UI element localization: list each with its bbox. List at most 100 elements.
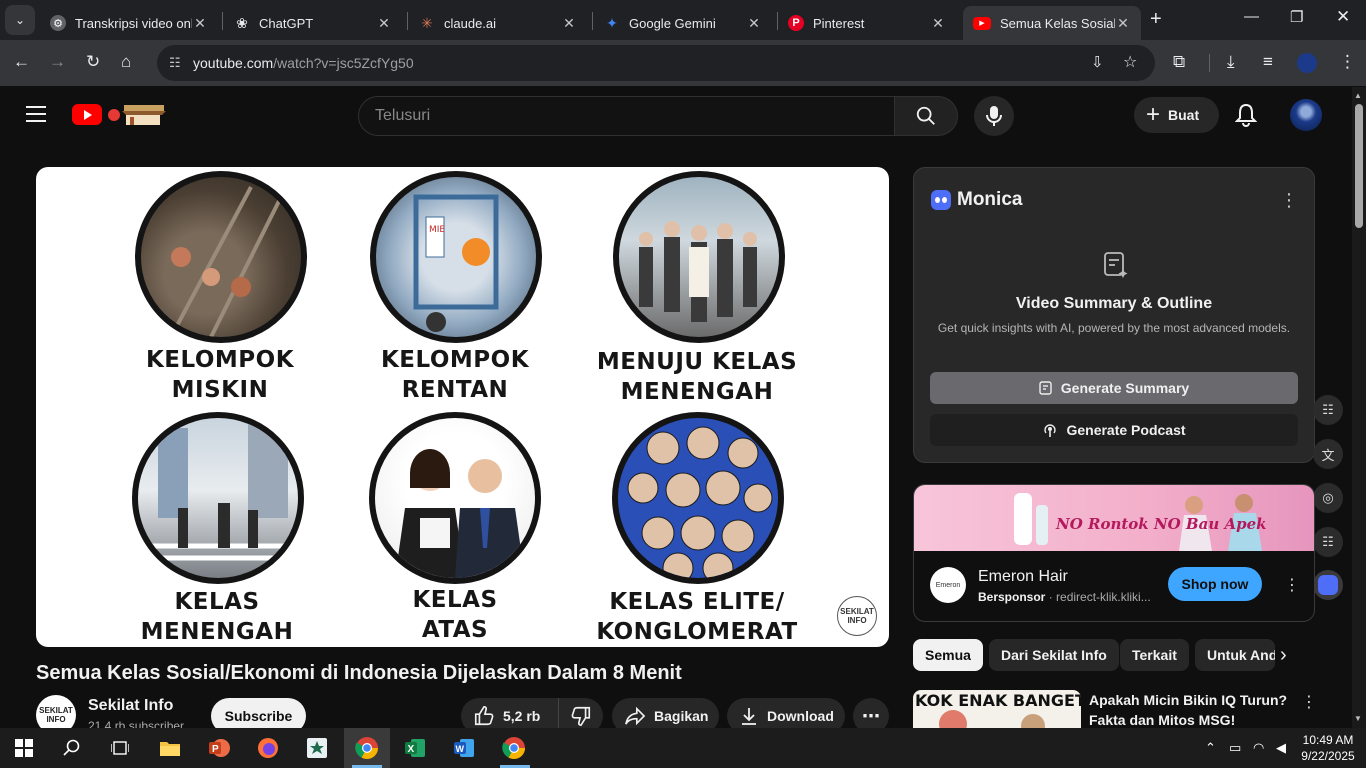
close-icon[interactable]: ✕ (376, 15, 392, 32)
tab-separator (222, 12, 223, 30)
voice-search-button[interactable] (974, 96, 1014, 136)
tray-chevron-up-icon[interactable]: ⌃ (1205, 740, 1216, 756)
scroll-up-arrow-icon[interactable]: ▲ (1354, 91, 1362, 100)
window-close-icon[interactable]: ✕ (1336, 7, 1350, 27)
tab-separator (592, 12, 593, 30)
book-icon[interactable]: ☷ (1313, 395, 1343, 425)
chip-related[interactable]: Terkait (1120, 639, 1189, 671)
browser-tab-youtube[interactable]: ▶ Semua Kelas Sosial/Ek ✕ (963, 6, 1141, 40)
reload-icon[interactable]: ↻ (86, 52, 100, 72)
account-avatar[interactable] (1290, 99, 1322, 131)
extensions-icon[interactable]: ⧉ (1173, 52, 1185, 72)
ad-title[interactable]: Emeron Hair (978, 568, 1068, 586)
excel-icon[interactable]: X (403, 736, 427, 760)
close-icon[interactable]: ✕ (192, 15, 208, 32)
volume-icon[interactable]: ◀ (1276, 740, 1286, 756)
url-text[interactable]: youtube.com/watch?v=jsc5ZcfYg50 (193, 55, 414, 71)
thumbnail-circle-vulnerable: MIE (370, 171, 542, 343)
tab-separator (407, 12, 408, 30)
restore-icon[interactable]: ❐ (1290, 8, 1303, 26)
close-icon[interactable]: ✕ (930, 15, 946, 32)
media-control-icon[interactable]: ≡ (1263, 52, 1273, 72)
more-vertical-icon[interactable]: ⋮ (1301, 692, 1317, 712)
ad-banner-image[interactable]: NO Rontok NO Bau Apek (914, 485, 1314, 551)
microphone-icon (986, 106, 1002, 126)
thumbnail-circle-middle (132, 412, 304, 584)
wifi-icon[interactable]: ◠ (1253, 740, 1264, 756)
bookmark-star-icon[interactable]: ☆ (1123, 52, 1137, 72)
notifications-bell-icon[interactable] (1235, 103, 1257, 127)
download-arrow-icon (742, 708, 756, 725)
recommended-video-thumbnail[interactable]: KOK ENAK BANGET? (913, 690, 1081, 728)
video-player[interactable]: MIE KELOMPOK MISKIN KELOMPOK RENTAN MENUJU… (36, 167, 889, 647)
youtube-doodle-icon[interactable] (104, 101, 166, 127)
channel-name[interactable]: Sekilat Info (88, 697, 173, 715)
apps-grid-icon[interactable]: ☷ (1313, 527, 1343, 557)
generate-podcast-button[interactable]: Generate Podcast (930, 414, 1298, 446)
browser-tab-chatgpt[interactable]: ❀ ChatGPT ✕ (224, 6, 402, 40)
hamburger-menu-icon[interactable] (26, 106, 46, 122)
firefox-icon[interactable] (256, 736, 280, 760)
close-icon[interactable]: ✕ (561, 15, 577, 32)
browser-tab-pinterest[interactable]: P Pinterest ✕ (778, 6, 956, 40)
shop-now-button[interactable]: Shop now (1168, 567, 1262, 601)
task-view-icon[interactable] (108, 736, 132, 760)
windows-start-icon[interactable] (12, 736, 36, 760)
address-bar[interactable]: ☷ youtube.com/watch?v=jsc5ZcfYg50 ⇩ ☆ (157, 45, 1155, 81)
search-input[interactable] (375, 107, 894, 125)
pinterest-favicon-icon: P (788, 15, 804, 31)
document-sparkle-icon (1104, 252, 1128, 278)
create-button[interactable]: + Buat (1134, 97, 1219, 133)
scroll-down-arrow-icon[interactable]: ▼ (1354, 714, 1362, 723)
close-icon[interactable]: ✕ (746, 15, 762, 32)
taskbar-search-icon[interactable] (60, 736, 84, 760)
install-app-icon[interactable]: ⇩ (1091, 53, 1104, 71)
channel-watermark[interactable]: SEKILAT INFO (837, 596, 877, 636)
close-icon[interactable]: ✕ (1115, 15, 1131, 32)
more-vertical-icon[interactable]: ⋮ (1280, 190, 1298, 211)
sponsored-ad-card[interactable]: NO Rontok NO Bau Apek Emeron Emeron Hair… (913, 484, 1315, 622)
browser-tab-claude[interactable]: ✳ claude.ai ✕ (409, 6, 587, 40)
new-tab-icon[interactable]: + (1150, 8, 1162, 31)
forward-icon[interactable]: → (49, 52, 66, 72)
chip-all[interactable]: Semua (913, 639, 983, 671)
chrome-icon[interactable] (355, 736, 379, 760)
file-explorer-icon[interactable] (158, 736, 182, 760)
more-vertical-icon[interactable]: ⋮ (1284, 575, 1300, 595)
site-info-icon[interactable]: ☷ (169, 55, 185, 71)
svg-text:MIE: MIE (429, 225, 445, 235)
thumbnail-circle-aspiring-middle (613, 171, 785, 343)
system-clock[interactable]: 10:49 AM 9/22/2025 (1296, 732, 1360, 764)
generate-summary-button[interactable]: Generate Summary (930, 372, 1298, 404)
tab-search-button[interactable]: ⌄ (5, 5, 35, 35)
chrome-profile-icon[interactable] (502, 736, 526, 760)
search-button[interactable] (894, 96, 958, 136)
recommended-video-title[interactable]: Apakah Micin Bikin IQ Turun? Fakta dan M… (1089, 690, 1289, 730)
profile-avatar[interactable] (1297, 53, 1317, 73)
chevron-right-icon[interactable]: › (1280, 644, 1287, 667)
monica-launcher-icon[interactable] (1313, 570, 1343, 600)
browser-tab-bar: ⌄ ⚙ Transkripsi video onli ✕ ❀ ChatGPT ✕… (0, 0, 1366, 40)
translate-icon[interactable]: 文 (1313, 439, 1343, 469)
chip-from-channel[interactable]: Dari Sekilat Info (989, 639, 1119, 671)
back-icon[interactable]: ← (13, 52, 30, 72)
thumbs-up-icon (474, 706, 494, 726)
word-icon[interactable]: W (452, 736, 476, 760)
chip-for-you[interactable]: Untuk Anda (1195, 639, 1275, 671)
browser-tab-gemini[interactable]: ✦ Google Gemini ✕ (594, 6, 772, 40)
monica-title: Monica (957, 189, 1023, 210)
caption-aspiring-middle: MENUJU KELAS MENENGAH (596, 349, 798, 405)
home-icon[interactable]: ⌂ (121, 52, 131, 72)
youtube-logo[interactable] (72, 104, 102, 125)
podcast-side-icon[interactable]: ◎ (1313, 483, 1343, 513)
battery-icon[interactable]: ▭ (1229, 740, 1241, 756)
advertiser-logo[interactable]: Emeron (930, 567, 966, 603)
scrollbar-thumb[interactable] (1355, 104, 1363, 228)
pinned-app-icon[interactable] (305, 736, 329, 760)
menu-kebab-icon[interactable]: ⋮ (1339, 52, 1356, 72)
minimize-icon[interactable]: — (1244, 8, 1259, 25)
download-icon[interactable]: ⤓ (1227, 52, 1235, 72)
powerpoint-icon[interactable]: P (207, 736, 231, 760)
browser-tab-transkripsi[interactable]: ⚙ Transkripsi video onli ✕ (40, 6, 218, 40)
search-input-wrapper[interactable] (358, 96, 895, 136)
